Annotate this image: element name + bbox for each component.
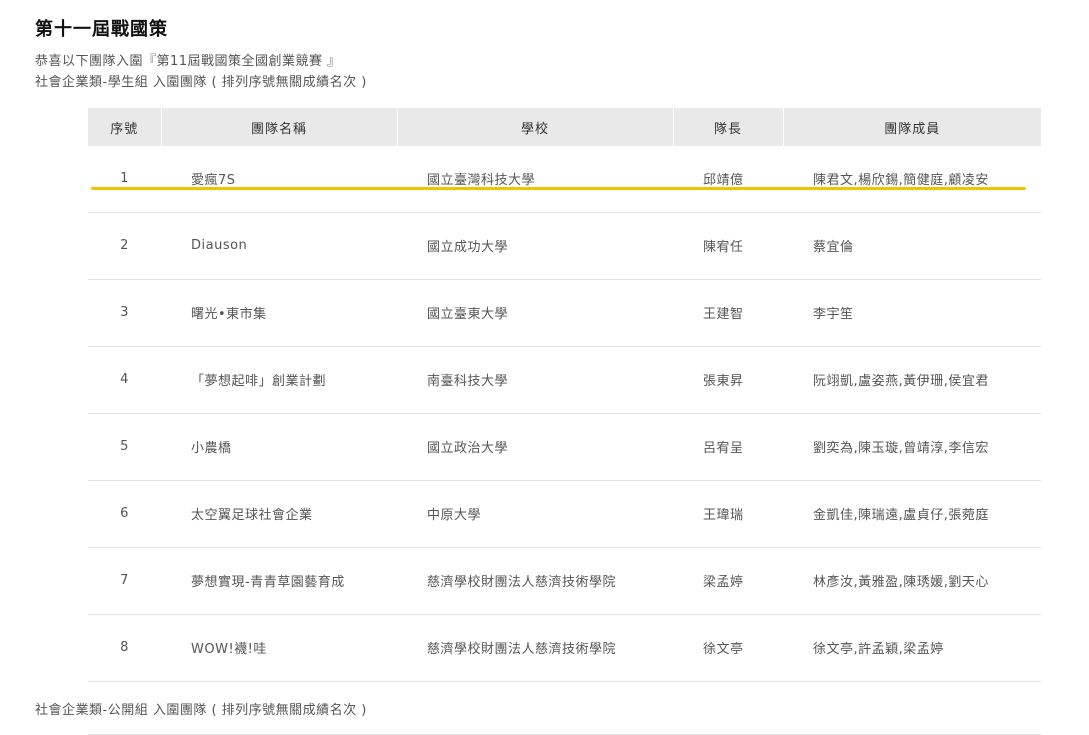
cell-no: 1 (120, 171, 129, 187)
cell-no: 6 (120, 506, 129, 521)
row-highlight-underline (91, 187, 1026, 190)
cell-school: 國立成功大學 (427, 240, 509, 255)
cell-leader: 張東昇 (703, 374, 744, 389)
cell-leader: 梁孟婷 (703, 575, 744, 590)
cell-school: 國立政治大學 (427, 441, 509, 456)
finalist-table-wrapper: 序號 團隊名稱 學校 隊長 團隊成員 1 愛瘋7S 國立臺灣科技大學 邱靖億 陳… (88, 108, 1041, 682)
cell-members: 金凱佳,陳瑞遠,盧貞仔,張菀庭 (813, 508, 989, 523)
cell-leader: 陳宥任 (703, 240, 744, 255)
cell-members: 陳君文,楊欣錫,簡健庭,顧凌安 (813, 173, 989, 189)
header-members: 團隊成員 (782, 108, 1041, 146)
page-title: 第十一屆戰國策 (35, 19, 168, 40)
cell-team-name: 夢想實現-青青草園藝育成 (191, 575, 345, 590)
cell-members: 蔡宜倫 (813, 240, 854, 255)
cell-no: 2 (120, 238, 129, 253)
cell-no: 4 (120, 372, 129, 387)
header-no: 序號 (88, 108, 161, 146)
header-school: 學校 (396, 108, 673, 146)
cell-leader: 邱靖億 (703, 173, 744, 189)
intro-text: 恭喜以下團隊入圍『第11屆戰國策全國創業競賽 』 社會企業類-學生組 入圍團隊 … (35, 51, 367, 93)
cell-school: 國立臺東大學 (427, 307, 509, 322)
table-row: 2 Diauson 國立成功大學 陳宥任 蔡宜倫 (88, 212, 1041, 279)
table-row: 4 「夢想起啡」創業計劃 南臺科技大學 張東昇 阮翊凱,盧姿燕,黃伊珊,侯宜君 (88, 346, 1041, 413)
cell-no: 5 (120, 439, 129, 454)
header-leader: 隊長 (672, 108, 783, 146)
cell-leader: 呂宥呈 (703, 441, 744, 456)
cell-school: 國立臺灣科技大學 (427, 173, 536, 189)
cell-school: 南臺科技大學 (427, 374, 509, 389)
cell-no: 3 (120, 305, 129, 320)
table-row: 3 曙光•東市集 國立臺東大學 王建智 李宇笙 (88, 279, 1041, 346)
cell-team-name: 小農橋 (191, 441, 232, 456)
table-row: 1 愛瘋7S 國立臺灣科技大學 邱靖億 陳君文,楊欣錫,簡健庭,顧凌安 (88, 146, 1041, 212)
cell-school: 慈濟學校財團法人慈濟技術學院 (427, 575, 617, 590)
table-row: 6 太空翼足球社會企業 中原大學 王瑋瑞 金凱佳,陳瑞遠,盧貞仔,張菀庭 (88, 480, 1041, 547)
cell-team-name: 太空翼足球社會企業 (191, 508, 313, 523)
table-row: 5 小農橋 國立政治大學 呂宥呈 劉奕為,陳玉璇,曾靖淳,李信宏 (88, 413, 1041, 480)
table-header-row: 序號 團隊名稱 學校 隊長 團隊成員 (88, 108, 1041, 146)
cell-team-name: 曙光•東市集 (191, 307, 267, 322)
cell-team-name: 愛瘋7S (191, 173, 236, 189)
intro-line-category: 社會企業類-學生組 入圍團隊 ( 排列序號無關成績名次 ) (35, 75, 367, 90)
table-row: 8 WOW!襪!哇 慈濟學校財團法人慈濟技術學院 徐文亭 徐文亭,許孟穎,梁孟婷 (88, 614, 1041, 681)
table-row: 7 夢想實現-青青草園藝育成 慈濟學校財團法人慈濟技術學院 梁孟婷 林彥汝,黃雅… (88, 547, 1041, 614)
cell-no: 8 (120, 640, 129, 655)
intro-line-congrats: 恭喜以下團隊入圍『第11屆戰國策全國創業競賽 』 (35, 54, 341, 69)
cell-team-name: WOW!襪!哇 (191, 642, 267, 657)
cell-school: 中原大學 (427, 508, 482, 523)
cell-members: 李宇笙 (813, 307, 854, 322)
cell-members: 劉奕為,陳玉璇,曾靖淳,李信宏 (813, 441, 989, 456)
cell-team-name: Diauson (191, 238, 248, 253)
cell-team-name: 「夢想起啡」創業計劃 (191, 374, 327, 389)
cell-leader: 王建智 (703, 307, 744, 322)
section-heading-public-group: 社會企業類-公開組 入圍團隊 ( 排列序號無關成績名次 ) (35, 703, 367, 718)
cell-school: 慈濟學校財團法人慈濟技術學院 (427, 642, 617, 657)
header-team-name: 團隊名稱 (160, 108, 397, 146)
cell-no: 7 (120, 573, 129, 588)
cell-members: 林彥汝,黃雅盈,陳琇媛,劉天心 (813, 575, 989, 590)
cell-members: 徐文亭,許孟穎,梁孟婷 (813, 642, 944, 657)
cell-members: 阮翊凱,盧姿燕,黃伊珊,侯宜君 (813, 374, 989, 389)
cell-leader: 徐文亭 (703, 642, 744, 657)
cell-leader: 王瑋瑞 (703, 508, 744, 523)
finalist-table: 序號 團隊名稱 學校 隊長 團隊成員 1 愛瘋7S 國立臺灣科技大學 邱靖億 陳… (88, 108, 1041, 682)
